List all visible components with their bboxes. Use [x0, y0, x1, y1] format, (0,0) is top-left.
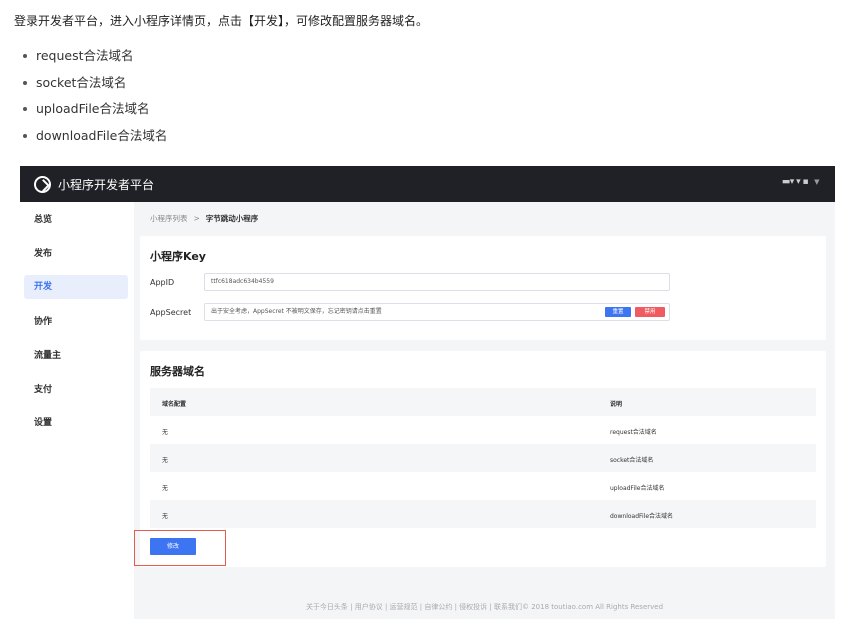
appsecret-label: AppSecret — [150, 308, 192, 317]
top-bar: 小程序开发者平台 ▬▾ ▾ ▪ ▼ — [20, 166, 835, 202]
column-header: 说明 — [610, 401, 623, 408]
sidebar-item-settings[interactable]: 设置 — [20, 411, 128, 435]
table-cell: uploadFile合法域名 — [610, 485, 665, 492]
list-item: request合法域名 — [22, 48, 167, 75]
appid-field[interactable]: ttfc618adc634b4559 — [204, 273, 670, 291]
highlight-box — [134, 530, 226, 566]
table-cell: 无 — [162, 457, 169, 464]
reset-button[interactable]: 重置 — [605, 307, 631, 317]
table-cell: 无 — [162, 513, 169, 520]
column-header: 域名配置 — [162, 401, 187, 408]
list-item: uploadFile合法域名 — [22, 101, 167, 128]
table-row: 无 uploadFile合法域名 — [150, 472, 816, 500]
sidebar-item-collaborate[interactable]: 协作 — [20, 310, 128, 334]
breadcrumb-current: 字节跳动小程序 — [205, 214, 259, 223]
server-domain-card: 服务器域名 域名配置 说明 无 request合法域名 无 socket合法域名… — [140, 351, 826, 567]
appid-value: ttfc618adc634b4559 — [211, 278, 274, 285]
user-menu[interactable]: ▬▾ ▾ ▪ ▼ — [781, 177, 820, 187]
table-row: 无 downloadFile合法域名 — [150, 500, 816, 528]
table-header: 域名配置 说明 — [150, 388, 816, 416]
list-item: socket合法域名 — [22, 75, 167, 102]
domain-list: request合法域名 socket合法域名 uploadFile合法域名 do… — [22, 48, 167, 154]
appkey-card: 小程序Key AppID ttfc618adc634b4559 AppSecre… — [140, 236, 826, 340]
card-title: 小程序Key — [150, 250, 206, 263]
appid-label: AppID — [150, 278, 175, 287]
table-cell: downloadFile合法域名 — [610, 513, 674, 520]
chevron-down-icon: ▼ — [814, 178, 819, 186]
footer: 关于今日头条 | 用户协议 | 运营规范 | 自律公约 | 侵权投诉 | 联系我… — [305, 603, 664, 611]
platform-screenshot: 小程序开发者平台 ▬▾ ▾ ▪ ▼ 总览 发布 开发 协作 流量主 支付 设置 小… — [20, 166, 835, 619]
table-cell: 无 — [162, 429, 169, 436]
domain-table: 域名配置 说明 无 request合法域名 无 socket合法域名 无 upl… — [150, 388, 816, 528]
logo-icon — [34, 176, 51, 193]
intro-text: 登录开发者平台，进入小程序详情页，点击【开发】，可修改配置服务器域名。 — [14, 14, 429, 28]
disable-button[interactable]: 禁用 — [635, 307, 665, 317]
sidebar: 总览 发布 开发 协作 流量主 支付 设置 — [20, 202, 134, 619]
table-row: 无 request合法域名 — [150, 416, 816, 444]
main-content: 小程序列表 > 字节跳动小程序 小程序Key AppID ttfc618adc634… — [134, 202, 835, 619]
user-name: ▬▾ ▾ ▪ — [781, 177, 809, 187]
appsecret-hint: 出于安全考虑，AppSecret 不被明文保存，忘记密钥请点击重置 — [211, 308, 382, 315]
appsecret-field: 出于安全考虑，AppSecret 不被明文保存，忘记密钥请点击重置 重置 禁用 — [204, 303, 670, 321]
sidebar-item-overview[interactable]: 总览 — [20, 208, 128, 232]
list-item: downloadFile合法域名 — [22, 128, 167, 155]
table-cell: request合法域名 — [610, 429, 657, 436]
sidebar-item-develop[interactable]: 开发 — [24, 275, 128, 299]
table-cell: socket合法域名 — [610, 457, 654, 464]
sidebar-item-traffic[interactable]: 流量主 — [20, 344, 128, 368]
table-row: 无 socket合法域名 — [150, 444, 816, 472]
brand-title: 小程序开发者平台 — [58, 178, 155, 192]
table-cell: 无 — [162, 485, 169, 492]
sidebar-item-payment[interactable]: 支付 — [20, 378, 128, 402]
breadcrumb-parent[interactable]: 小程序列表 — [150, 214, 188, 223]
breadcrumb: 小程序列表 > 字节跳动小程序 — [150, 213, 258, 224]
sidebar-item-publish[interactable]: 发布 — [20, 242, 128, 266]
card-title: 服务器域名 — [150, 365, 205, 378]
breadcrumb-separator: > — [193, 214, 200, 223]
